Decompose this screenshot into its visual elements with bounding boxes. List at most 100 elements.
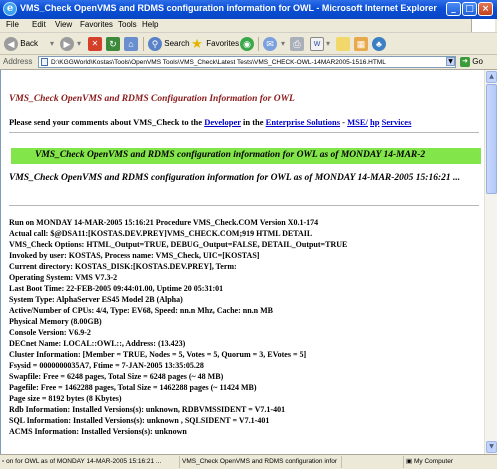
page-icon	[41, 58, 48, 66]
window-title: VMS_Check OpenVMS and RDMS configuration…	[20, 3, 437, 13]
comments-mid-text: in the	[242, 117, 264, 127]
mail-button[interactable]: ✉	[263, 36, 277, 52]
page-viewport: VMS_Check OpenVMS and RDMS Configuration…	[0, 70, 484, 454]
report-subheading: VMS_Check OpenVMS and RDMS configuration…	[9, 173, 461, 183]
favorites-button[interactable]: ★ Favorites	[190, 36, 239, 52]
status-page-title: VMS_Check OpenVMS and RDMS configuration…	[182, 456, 342, 468]
info-line: Run on MONDAY 14-MAR-2005 15:16:21 Proce…	[9, 218, 319, 227]
mail-icon: ✉	[263, 36, 277, 51]
scroll-down-icon[interactable]: ▼	[486, 441, 497, 453]
info-line: Cluster Information: [Member = TRUE, Nod…	[9, 350, 307, 359]
edit-dropdown-icon[interactable]: ▾	[326, 36, 330, 52]
page-heading: VMS_Check OpenVMS and RDMS Configuration…	[9, 94, 295, 104]
favorites-label: Favorites	[206, 39, 240, 48]
back-dropdown-icon[interactable]: ▾	[50, 36, 54, 52]
research-button[interactable]: ▦	[354, 36, 368, 52]
divider	[9, 205, 479, 206]
system-info-list: Run on MONDAY 14-MAR-2005 15:16:21 Proce…	[9, 217, 347, 437]
forward-button[interactable]: ▶	[60, 36, 74, 52]
maximize-button[interactable]: □	[462, 2, 477, 16]
info-line: Last Boot Time: 22-FEB-2005 09:44:01.00,…	[9, 284, 224, 293]
forward-dropdown-icon[interactable]: ▾	[77, 36, 81, 52]
search-button[interactable]: ⚲ Search	[148, 36, 190, 52]
discuss-button[interactable]	[336, 36, 350, 52]
info-line: Pagefile: Free = 1462288 pages, Total Si…	[9, 383, 257, 392]
close-button[interactable]: ×	[478, 2, 493, 16]
divider	[9, 132, 479, 133]
info-line: SQL Information: Installed Versions(s): …	[9, 416, 270, 425]
info-line: VMS_Check Options: HTML_Output=TRUE, DEB…	[9, 240, 348, 249]
info-line: Operating System: VMS V7.3-2	[9, 273, 118, 282]
go-arrow-icon: ➜	[460, 56, 470, 67]
info-line: Page size = 8192 bytes (8 Kbytes)	[9, 394, 122, 403]
info-line: Swapfile: Free = 6248 pages, Total Size …	[9, 372, 224, 381]
status-zone: ▣ My Computer	[406, 456, 492, 468]
toolbar-separator	[143, 37, 144, 51]
home-button[interactable]: ⌂	[124, 36, 138, 52]
address-input[interactable]: D:\KGGWorld\Kostas\Tools\OpenVMS Tools\V…	[38, 56, 456, 68]
menu-bar: File Edit View Favorites Tools Help	[0, 19, 497, 33]
green-banner-text: VMS_Check OpenVMS and RDMS configuration…	[35, 150, 426, 160]
menu-favorites[interactable]: Favorites	[80, 20, 113, 29]
info-line: Fsysid = 0000000035A7, Ftime = 7-JAN-200…	[9, 361, 204, 370]
forward-arrow-icon: ▶	[60, 36, 74, 51]
developer-link[interactable]: Developer	[204, 117, 241, 127]
back-label: Back	[20, 39, 39, 48]
address-bar: Address D:\KGGWorld\Kostas\Tools\OpenVMS…	[0, 55, 497, 70]
services-link[interactable]: Services	[382, 117, 412, 127]
menu-edit[interactable]: Edit	[32, 20, 46, 29]
stop-icon: ✕	[88, 36, 102, 51]
back-arrow-icon: ◀	[4, 36, 18, 51]
media-icon: ◉	[240, 36, 254, 51]
status-bar: ▫ on for OWL as of MONDAY 14-MAR-2005 15…	[0, 454, 497, 469]
address-dropdown-icon[interactable]: ▼	[446, 57, 455, 66]
address-label: Address	[3, 57, 33, 66]
info-line: ACMS Information: Installed Versions(s):…	[9, 427, 187, 436]
menu-tools[interactable]: Tools	[118, 20, 137, 29]
info-line: DECnet Name: LOCAL::OWL::, Address: (13.…	[9, 339, 186, 348]
star-icon: ★	[191, 35, 203, 51]
title-bar[interactable]: e VMS_Check OpenVMS and RDMS configurati…	[0, 0, 497, 19]
mse-link[interactable]: MSE/	[347, 117, 368, 127]
mail-dropdown-icon[interactable]: ▾	[281, 36, 285, 52]
ie-logo-icon: e	[3, 2, 17, 16]
messenger-button[interactable]: ♣	[372, 36, 386, 52]
search-icon: ⚲	[148, 36, 162, 51]
back-button[interactable]: ◀ Back	[4, 36, 38, 52]
info-line: Actual call: $@DSA11:[KOSTAS.DEV.PREY]VM…	[9, 229, 313, 238]
menu-help[interactable]: Help	[142, 20, 158, 29]
info-line: Active/Number of CPUs: 4/4, Type: EV68, …	[9, 306, 274, 315]
dash-text: -	[342, 117, 346, 127]
info-line: Rdb Information: Installed Versions(s): …	[9, 405, 286, 414]
status-text: ▫ on for OWL as of MONDAY 14-MAR-2005 15…	[2, 456, 180, 468]
windows-flag-icon	[471, 19, 495, 32]
go-button[interactable]: ➜ Go	[460, 56, 483, 68]
info-line: System Type: AlphaServer ES45 Model 2B (…	[9, 295, 183, 304]
scroll-thumb[interactable]	[486, 84, 497, 194]
toolbar-separator	[258, 37, 259, 51]
edit-button[interactable]: W	[310, 36, 324, 52]
minimize-button[interactable]: _	[446, 2, 461, 16]
discuss-icon	[336, 36, 350, 51]
info-line: Current directory: KOSTAS_DISK:[KOSTAS.D…	[9, 262, 237, 271]
vertical-scrollbar[interactable]: ▲ ▼	[484, 70, 497, 454]
hp-link[interactable]: hp	[370, 117, 379, 127]
refresh-button[interactable]: ↻	[106, 36, 120, 52]
info-line: Physical Memory (8.00GB)	[9, 317, 102, 326]
menu-view[interactable]: View	[55, 20, 72, 29]
scroll-up-icon[interactable]: ▲	[486, 71, 497, 83]
print-icon: ⎙	[290, 36, 304, 51]
refresh-icon: ↻	[106, 36, 120, 51]
media-button[interactable]: ◉	[240, 36, 254, 52]
page-icon: ▫	[2, 458, 5, 465]
go-label: Go	[472, 57, 483, 66]
status-left-text: on for OWL as of MONDAY 14-MAR-2005 15:1…	[6, 458, 162, 465]
zone-label: My Computer	[413, 458, 453, 465]
enterprise-solutions-link[interactable]: Enterprise Solutions	[266, 117, 340, 127]
stop-button[interactable]: ✕	[88, 36, 102, 52]
menu-file[interactable]: File	[6, 20, 19, 29]
info-line: Console Version: V6.9-2	[9, 328, 91, 337]
print-button[interactable]: ⎙	[290, 36, 304, 52]
toolbar: ◀ Back ▾ ▶ ▾ ✕ ↻ ⌂ ⚲ Search ★ Favorites …	[0, 33, 497, 55]
status-empty-pane	[344, 456, 404, 468]
